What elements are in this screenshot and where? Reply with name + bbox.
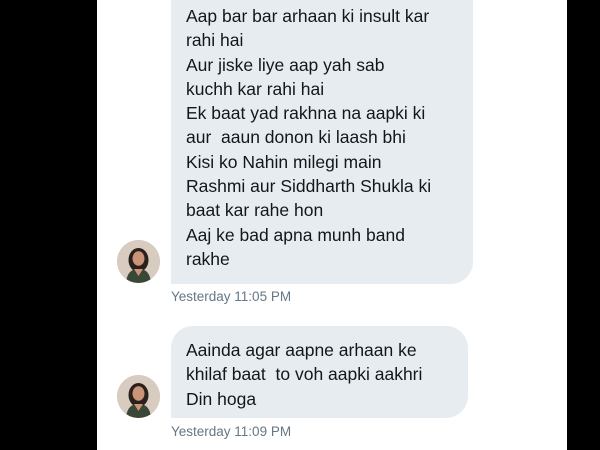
message-line: rakhe <box>186 248 230 269</box>
message-line: Rashmi aur Siddharth Shukla ki <box>186 176 432 197</box>
message-line: kuchh kar rahi hai <box>186 78 325 99</box>
message-line: Kisi ko Nahin milegi main <box>186 151 382 172</box>
message-line: Aainda agar aapne arhaan ke <box>186 340 417 360</box>
message-line: khilaf baat to voh aapki aakhri <box>186 364 423 385</box>
message-timestamp: Yesterday 11:05 PM <box>171 289 292 304</box>
message-bubble[interactable]: Aainda agar aapne arhaan ke khilaf baat … <box>171 326 468 418</box>
message-line: aur aaun donon ki laash bhi <box>186 127 406 148</box>
message-line: Ek baat yad rakhna na aapki ki <box>186 103 426 124</box>
message-line: Aur jiske liye aap yah sab <box>186 54 385 75</box>
user-avatar-icon[interactable] <box>117 375 160 418</box>
message-line: rahi hai <box>186 30 244 51</box>
message-line: Din hoga <box>186 388 257 409</box>
message-line: Aap bar bar arhaan ki insult kar <box>186 6 430 26</box>
user-avatar-icon[interactable] <box>117 240 160 283</box>
message-line: baat kar rahe hon <box>186 200 324 221</box>
message-line: Aaj ke bad apna munh band <box>186 224 405 245</box>
message-bubble[interactable]: Aap bar bar arhaan ki insult kar rahi ha… <box>171 0 473 284</box>
message-timestamp: Yesterday 11:09 PM <box>171 424 292 439</box>
dm-conversation: Aap bar bar arhaan ki insult kar rahi ha… <box>97 0 567 450</box>
